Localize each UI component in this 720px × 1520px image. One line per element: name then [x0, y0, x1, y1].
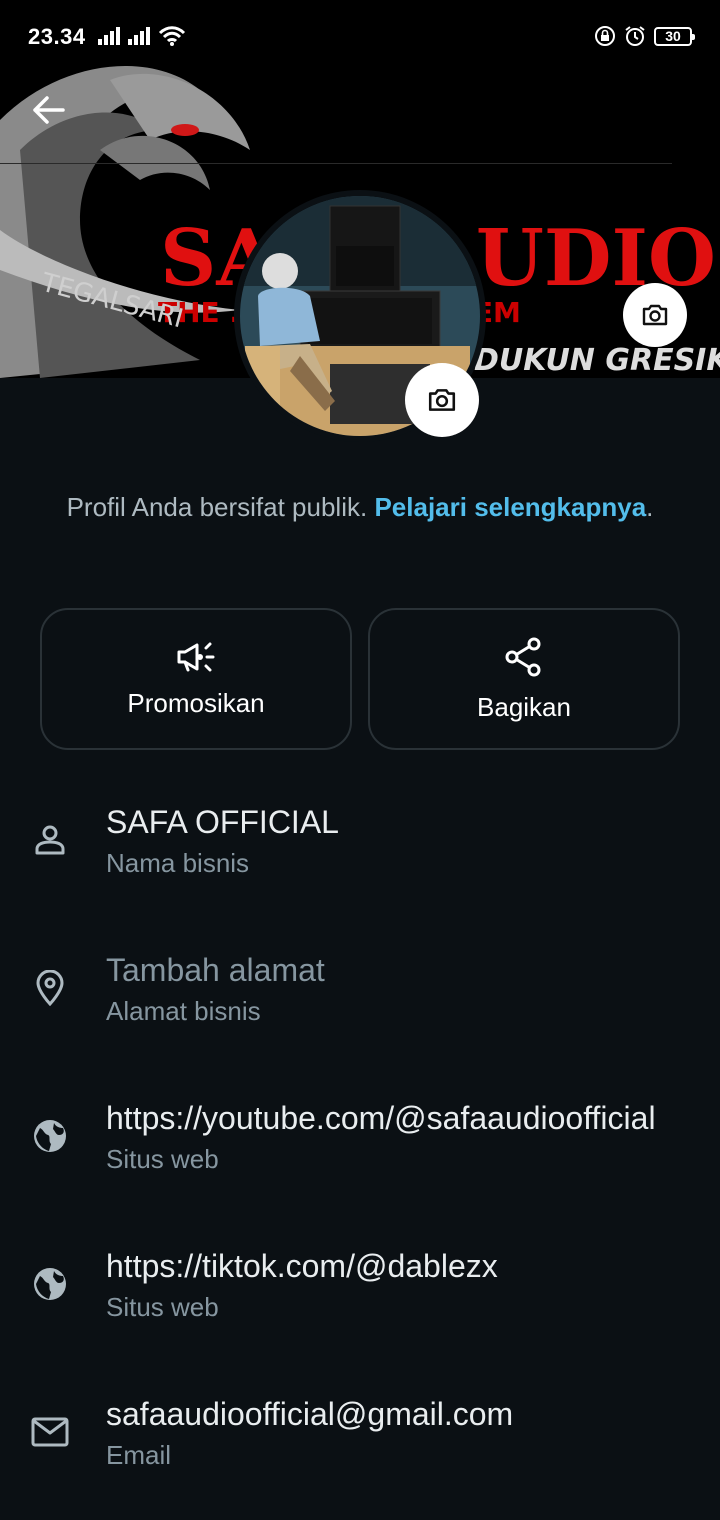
megaphone-icon	[177, 642, 215, 671]
change-cover-photo-button[interactable]	[623, 283, 687, 347]
lock-rotation-icon	[595, 26, 615, 46]
learn-more-link[interactable]: Pelajari selengkapnya	[374, 492, 646, 522]
header-divider	[0, 163, 672, 164]
status-time: 23.34	[28, 24, 86, 49]
website-tiktok-value: https://tiktok.com/@dablezx	[106, 1248, 498, 1284]
business-name-row[interactable]: SAFA OFFICIAL Nama bisnis	[0, 790, 720, 938]
share-icon	[505, 637, 541, 676]
website-row-tiktok[interactable]: https://tiktok.com/@dablezx Situs web	[0, 1234, 720, 1382]
wifi-icon	[158, 26, 186, 46]
action-buttons: Promosikan Bagikan	[40, 608, 680, 750]
location-pin-icon	[30, 968, 70, 1008]
battery-indicator: 30	[654, 26, 695, 46]
cover-right-text: DUKUN GRESIK	[474, 343, 720, 378]
change-profile-photo-button[interactable]	[405, 363, 479, 437]
public-note-text: Profil Anda bersifat publik.	[66, 492, 368, 522]
share-label: Bagikan	[477, 691, 571, 722]
email-row[interactable]: safaaudioofficial@gmail.com Email	[0, 1382, 720, 1520]
share-button[interactable]: Bagikan	[368, 608, 680, 750]
person-icon	[30, 820, 70, 860]
arrow-back-icon	[33, 96, 65, 124]
business-address-row[interactable]: Tambah alamat Alamat bisnis	[0, 938, 720, 1086]
public-note-suffix: .	[646, 492, 654, 522]
email-label: Email	[106, 1440, 172, 1470]
website-row-youtube[interactable]: https://youtube.com/@safaaudioofficial S…	[0, 1086, 720, 1234]
globe-icon	[30, 1116, 70, 1156]
globe-icon	[30, 1264, 70, 1304]
battery-level: 30	[665, 27, 681, 44]
back-button[interactable]	[26, 88, 70, 132]
business-address-value: Tambah alamat	[106, 952, 325, 988]
signal-icon	[98, 27, 120, 45]
camera-icon	[642, 304, 668, 326]
promote-label: Promosikan	[127, 687, 265, 718]
website-tiktok-label: Situs web	[106, 1292, 219, 1322]
signal-icon-2	[128, 27, 150, 45]
business-name-value: SAFA OFFICIAL	[106, 804, 339, 840]
email-value: safaaudioofficial@gmail.com	[106, 1396, 514, 1432]
website-youtube-value: https://youtube.com/@safaaudioofficial	[106, 1100, 656, 1136]
business-info-list: SAFA OFFICIAL Nama bisnis Tambah alamat …	[0, 790, 720, 1520]
promote-button[interactable]: Promosikan	[40, 608, 352, 750]
mail-icon	[30, 1412, 70, 1452]
status-bar: 23.34 30	[0, 0, 720, 74]
business-name-label: Nama bisnis	[106, 848, 250, 878]
public-profile-note: Profil Anda bersifat publik. Pelajari se…	[0, 492, 720, 523]
alarm-icon	[625, 26, 645, 46]
camera-icon	[428, 389, 456, 411]
website-youtube-label: Situs web	[106, 1144, 219, 1174]
business-address-label: Alamat bisnis	[106, 996, 261, 1026]
